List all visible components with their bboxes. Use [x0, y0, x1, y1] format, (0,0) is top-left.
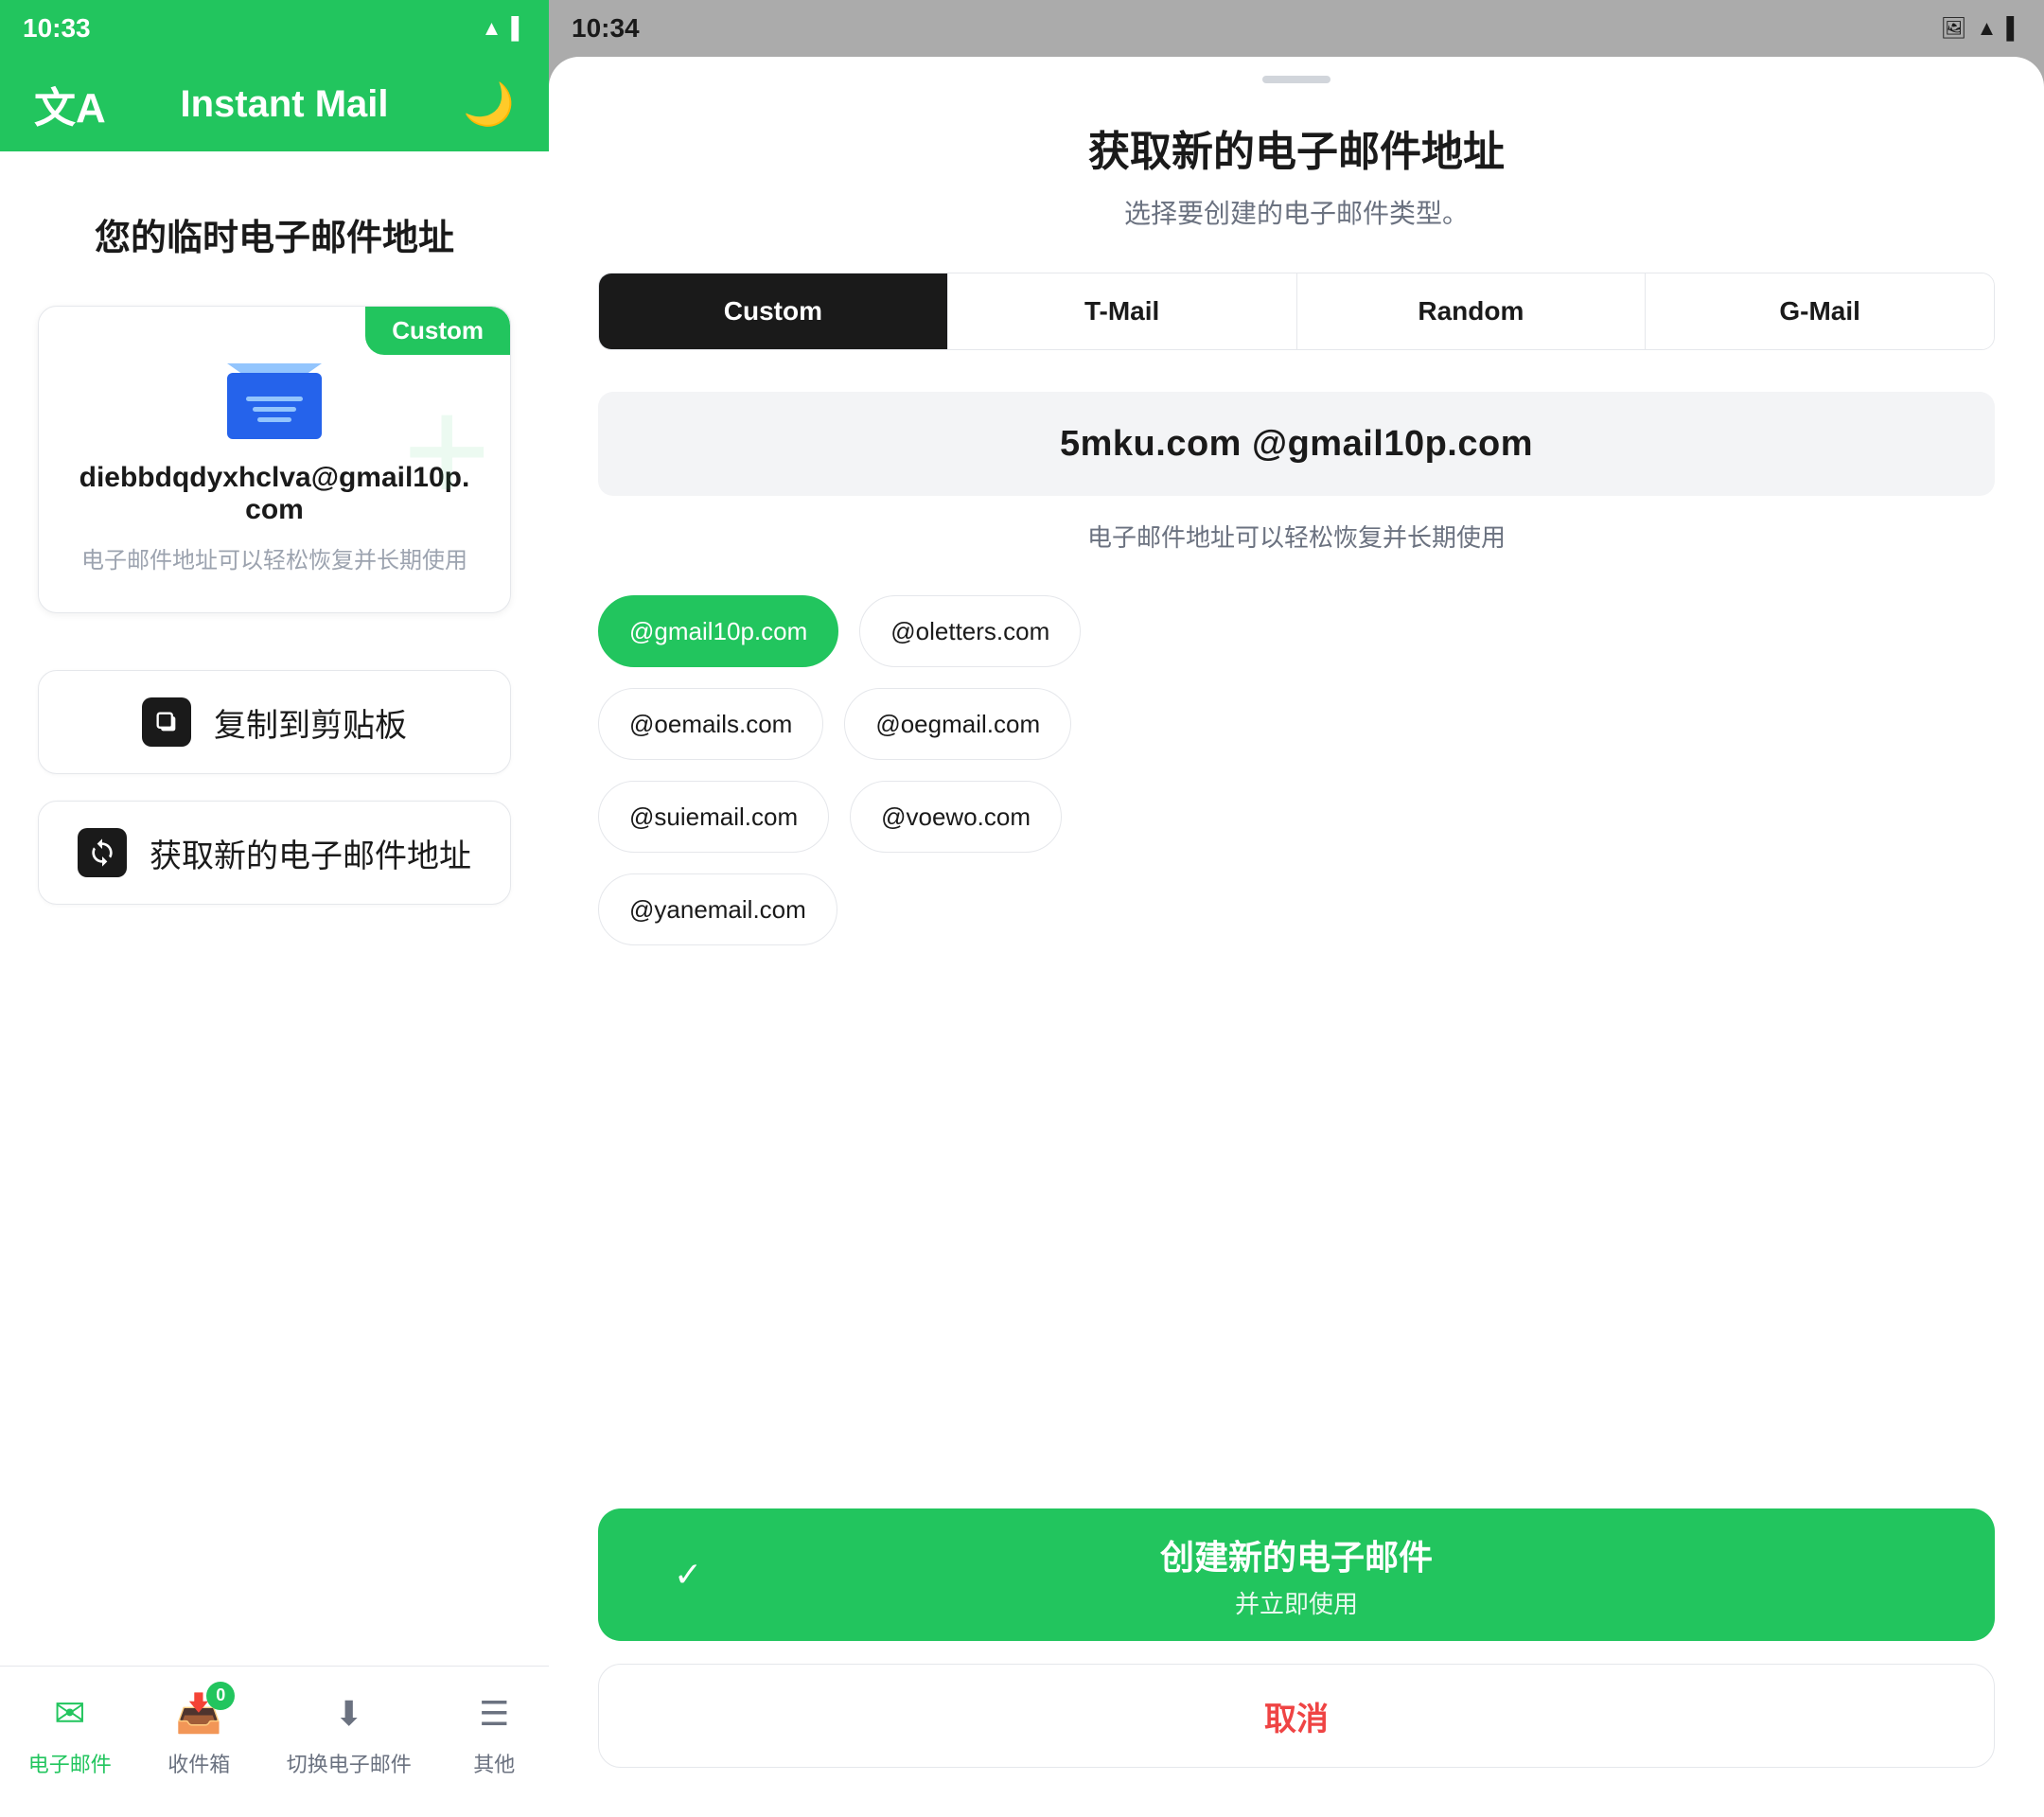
email-display-text: 5mku.com @gmail10p.com: [1060, 424, 1533, 465]
bottom-nav: ✉ 电子邮件 📥 0 收件箱 ⬇ 切换电子邮件 ☰ 其他: [0, 1666, 549, 1817]
domain-row-1: @gmail10p.com @oletters.com: [598, 595, 1995, 667]
domain-pill-oemails[interactable]: @oemails.com: [598, 688, 823, 760]
tab-gmail-label: G-Mail: [1779, 296, 1860, 326]
signal-icon: ▲: [482, 16, 502, 41]
cancel-label: 取消: [1264, 1693, 1329, 1739]
tab-random-label: Random: [1418, 296, 1524, 326]
left-panel: 10:33 ▲ ▌ 文A Instant Mail 🌙 您的临时电子邮件地址 C…: [0, 0, 549, 1817]
nav-item-switch[interactable]: ⬇ 切换电子邮件: [287, 1687, 412, 1778]
refresh-icon: [78, 828, 127, 877]
envelope-body: [227, 373, 322, 439]
left-content: 您的临时电子邮件地址 Custom + diebbdqdyxhclva@gmai…: [0, 151, 549, 1666]
create-btn-sub-label: 并立即使用: [1235, 1585, 1358, 1620]
email-address: diebbdqdyxhclva@gmail10p.com: [77, 462, 472, 526]
switch-nav-label: 切换电子邮件: [287, 1748, 412, 1778]
modal-subtitle: 选择要创建的电子邮件类型。: [598, 193, 1995, 231]
nav-item-other[interactable]: ☰ 其他: [467, 1687, 520, 1778]
get-new-email-button[interactable]: 获取新的电子邮件地址: [38, 801, 511, 905]
domain-label-5: @voewo.com: [881, 803, 1031, 832]
envelope-icon: [227, 363, 322, 439]
env-line-2: [253, 407, 296, 412]
inbox-nav-icon-wrap: 📥 0: [172, 1687, 225, 1740]
tab-gmail[interactable]: G-Mail: [1646, 273, 1994, 349]
domain-row-4: @yanemail.com: [598, 873, 1995, 945]
create-btn-main-label: 创建新的电子邮件: [1160, 1530, 1433, 1579]
envelope-lines: [246, 397, 303, 422]
signal-icon-right: ▲: [1977, 16, 1998, 41]
create-btn-content: ✓ 创建新的电子邮件 并立即使用: [598, 1530, 1995, 1620]
domain-pill-yanemail[interactable]: @yanemail.com: [598, 873, 837, 945]
domain-label-3: @oegmail.com: [875, 710, 1040, 739]
domain-grid: @gmail10p.com @oletters.com @oemails.com…: [598, 595, 1995, 945]
other-nav-icon-wrap: ☰: [467, 1687, 520, 1740]
get-new-label: 获取新的电子邮件地址: [150, 830, 471, 876]
modal-handle: [1262, 76, 1330, 83]
inbox-nav-label: 收件箱: [167, 1748, 230, 1778]
switch-nav-icon: ⬇: [335, 1694, 363, 1734]
create-btn-text: 创建新的电子邮件 并立即使用: [1160, 1530, 1433, 1620]
inbox-badge: 0: [206, 1682, 235, 1710]
copy-icon: [142, 697, 191, 747]
tab-tmail-label: T-Mail: [1084, 296, 1159, 326]
status-bar-right: 10:34 🖼 ▲ ▌: [549, 0, 2044, 57]
copy-button[interactable]: 复制到剪贴板: [38, 670, 511, 774]
right-panel: 10:34 🖼 ▲ ▌ 获取新的电子邮件地址 选择要创建的电子邮件类型。 Cus…: [549, 0, 2044, 1817]
create-check-icon: ✓: [674, 1555, 702, 1595]
domain-pill-oletters[interactable]: @oletters.com: [859, 595, 1081, 667]
domain-label-6: @yanemail.com: [629, 895, 806, 925]
status-bar-left: 10:33 ▲ ▌: [0, 0, 549, 57]
email-display-box: 5mku.com @gmail10p.com: [598, 392, 1995, 496]
domain-row-2: @oemails.com @oegmail.com: [598, 688, 1995, 760]
domain-label-1: @oletters.com: [890, 617, 1049, 646]
other-nav-label: 其他: [473, 1748, 515, 1778]
tab-tmail[interactable]: T-Mail: [948, 273, 1297, 349]
domain-label-4: @suiemail.com: [629, 803, 798, 832]
moon-icon: 🌙: [463, 79, 515, 129]
env-line-3: [257, 417, 291, 422]
nav-item-email[interactable]: ✉ 电子邮件: [28, 1687, 112, 1778]
create-email-button[interactable]: ✓ 创建新的电子邮件 并立即使用: [598, 1508, 1995, 1641]
status-icons-left: ▲ ▌: [482, 16, 526, 41]
action-buttons: 复制到剪贴板 获取新的电子邮件地址: [38, 670, 511, 905]
domain-label-0: @gmail10p.com: [629, 617, 807, 646]
domain-pill-voewo[interactable]: @voewo.com: [850, 781, 1062, 853]
email-recover-text: 电子邮件地址可以轻松恢复并长期使用: [598, 519, 1995, 554]
email-nav-label: 电子邮件: [28, 1748, 112, 1778]
switch-nav-icon-wrap: ⬇: [323, 1687, 376, 1740]
translate-icon[interactable]: 文A: [34, 74, 106, 134]
env-line-1: [246, 397, 303, 401]
email-nav-icon-wrap: ✉: [44, 1687, 97, 1740]
time-right: 10:34: [572, 13, 640, 44]
time-left: 10:33: [23, 13, 91, 44]
domain-pill-suiemail[interactable]: @suiemail.com: [598, 781, 829, 853]
page-title: 您的临时电子邮件地址: [95, 208, 454, 260]
spacer: [598, 983, 1995, 1508]
modal-title: 获取新的电子邮件地址: [598, 117, 1995, 178]
status-icons-right: 🖼 ▲ ▌: [1941, 16, 2021, 41]
domain-row-3: @suiemail.com @voewo.com: [598, 781, 1995, 853]
copy-label: 复制到剪贴板: [214, 699, 407, 746]
battery-icon: ▌: [511, 16, 526, 41]
domain-pill-gmail10p[interactable]: @gmail10p.com: [598, 595, 838, 667]
battery-icon-right: ▌: [2006, 16, 2021, 41]
app-title: Instant Mail: [180, 83, 388, 126]
custom-badge: Custom: [365, 307, 510, 355]
domain-label-2: @oemails.com: [629, 710, 792, 739]
tab-random[interactable]: Random: [1297, 273, 1647, 349]
domain-pill-oegmail[interactable]: @oegmail.com: [844, 688, 1071, 760]
email-subtitle: 电子邮件地址可以轻松恢复并长期使用: [81, 541, 467, 574]
modal-sheet: 获取新的电子邮件地址 选择要创建的电子邮件类型。 Custom T-Mail R…: [549, 57, 2044, 1817]
email-nav-icon: ✉: [54, 1692, 86, 1736]
nav-item-inbox[interactable]: 📥 0 收件箱: [167, 1687, 230, 1778]
tab-row: Custom T-Mail Random G-Mail: [598, 273, 1995, 350]
gallery-icon: 🖼: [1941, 16, 1967, 41]
app-header: 文A Instant Mail 🌙: [0, 57, 549, 151]
other-nav-icon: ☰: [479, 1694, 509, 1734]
tab-custom-label: Custom: [724, 296, 822, 326]
tab-custom[interactable]: Custom: [599, 273, 948, 349]
cancel-button[interactable]: 取消: [598, 1664, 1995, 1768]
email-card: Custom + diebbdqdyxhclva@gmail10p.com 电子…: [38, 306, 511, 613]
